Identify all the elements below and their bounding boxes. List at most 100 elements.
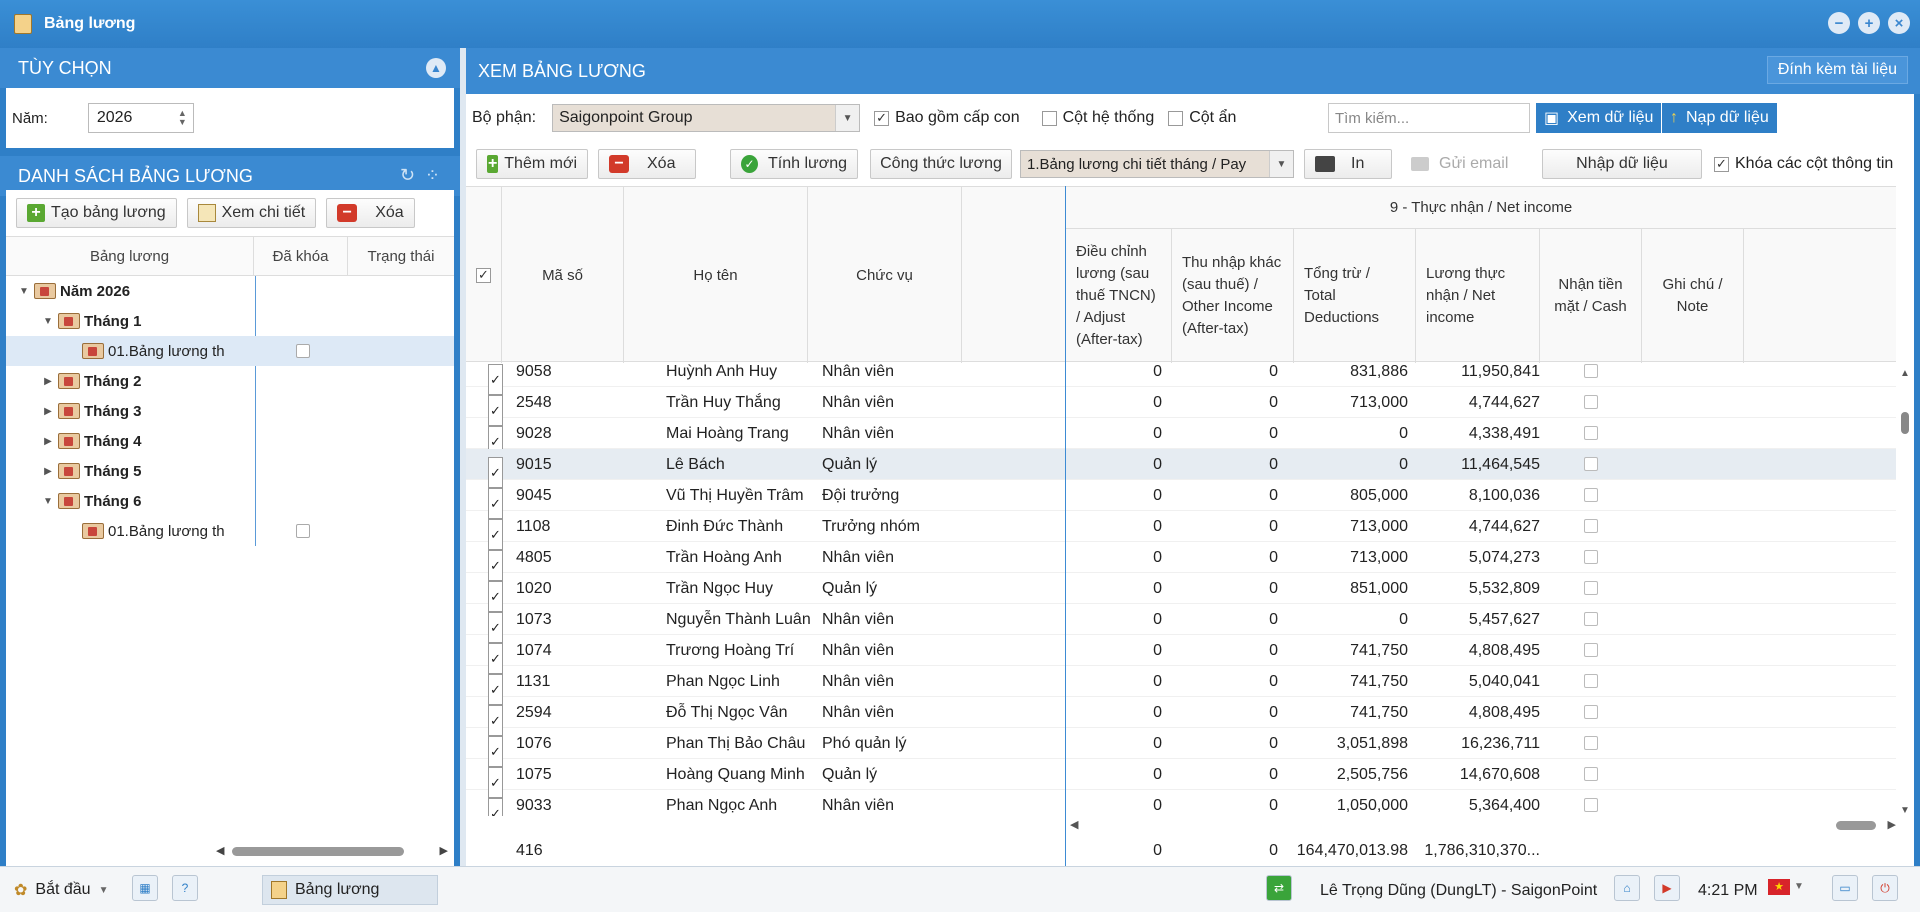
select-all-checkbox[interactable]: ✓ bbox=[476, 267, 491, 283]
view-details-button[interactable]: Xem chi tiết bbox=[186, 198, 317, 228]
collapsed-arrow-icon[interactable]: ▶ bbox=[42, 436, 54, 447]
row-checkbox[interactable]: ✓ bbox=[488, 798, 503, 816]
table-row[interactable]: ✓ 1020 Trần Ngọc Huy Quản lý 0 0 851,000 5,532,… bbox=[466, 573, 1896, 612]
table-row[interactable]: ✓ 2548 Trần Huy Thắng Nhân viên 0 0 713,000 4,7… bbox=[466, 387, 1896, 426]
tree-payroll-item[interactable]: 01.Bảng lương th bbox=[6, 336, 454, 366]
cash-checkbox[interactable] bbox=[1584, 364, 1598, 378]
power-icon[interactable]: ⏻ bbox=[1872, 875, 1898, 901]
vietnam-flag-icon[interactable]: ★ bbox=[1768, 879, 1790, 895]
locked-checkbox[interactable] bbox=[296, 524, 310, 538]
expanded-arrow-icon[interactable]: ▼ bbox=[18, 286, 30, 297]
locked-checkbox[interactable] bbox=[296, 344, 310, 358]
select-all-checkbox-cell[interactable]: ✓ bbox=[466, 187, 502, 363]
salary-formula-button[interactable]: Công thức lương bbox=[870, 149, 1012, 179]
col-other-income[interactable]: Thu nhập khác (sau thuế) / Other Income … bbox=[1172, 229, 1294, 363]
attach-documents-button[interactable]: Đính kèm tài liệu bbox=[1766, 56, 1908, 84]
refresh-icon[interactable]: ↻ bbox=[400, 165, 415, 186]
close-icon[interactable]: × bbox=[1888, 12, 1910, 34]
desktop-icon[interactable]: ▭ bbox=[1832, 875, 1858, 901]
table-row[interactable]: ✓ 1076 Phan Thị Bảo Châu Phó quản lý 0 0 3,051… bbox=[466, 728, 1896, 767]
col-cash[interactable]: Nhận tiền mặt / Cash bbox=[1540, 229, 1642, 363]
cash-checkbox[interactable] bbox=[1584, 395, 1598, 409]
calculate-salary-button[interactable]: ✓ Tính lương bbox=[730, 149, 858, 179]
delete-button[interactable]: − Xóa bbox=[598, 149, 696, 179]
tree-col-payroll[interactable]: Bảng lương bbox=[6, 237, 254, 275]
scroll-thumb[interactable] bbox=[1836, 821, 1876, 830]
chevron-down-icon[interactable]: ▼ bbox=[1794, 881, 1804, 892]
cash-checkbox[interactable] bbox=[1584, 643, 1598, 657]
taskbar-payroll-window[interactable]: Bảng lương bbox=[262, 875, 438, 905]
tree-col-locked[interactable]: Đã khóa bbox=[254, 237, 348, 275]
cash-checkbox[interactable] bbox=[1584, 457, 1598, 471]
collapsed-arrow-icon[interactable]: ▶ bbox=[42, 376, 54, 387]
tree-folder-item[interactable]: ▶ Tháng 2 bbox=[6, 366, 454, 396]
checkbox-checked[interactable]: ✓ bbox=[1714, 156, 1729, 172]
scroll-left-icon[interactable]: ◀ bbox=[216, 844, 224, 857]
checkbox-checked[interactable]: ✓ bbox=[874, 110, 890, 126]
col-code[interactable]: Mã số bbox=[502, 187, 624, 363]
expanded-arrow-icon[interactable]: ▼ bbox=[42, 316, 54, 327]
cash-checkbox[interactable] bbox=[1584, 612, 1598, 626]
minimize-icon[interactable]: − bbox=[1828, 12, 1850, 34]
lock-columns-checkbox[interactable]: ✓ Khóa các cột thông tin bbox=[1714, 155, 1893, 173]
table-row[interactable]: ✓ 2594 Đỗ Thị Ngọc Vân Nhân viên 0 0 741,750 4,… bbox=[466, 697, 1896, 736]
hidden-columns-checkbox[interactable]: Cột ẩn bbox=[1168, 109, 1236, 127]
collapsed-arrow-icon[interactable]: ▶ bbox=[42, 466, 54, 477]
collapsed-arrow-icon[interactable]: ▶ bbox=[42, 406, 54, 417]
horizontal-scrollbar[interactable]: ◀ ▶ bbox=[216, 844, 448, 858]
chevron-down-icon[interactable]: ▼ bbox=[1269, 151, 1293, 177]
cash-checkbox[interactable] bbox=[1584, 488, 1598, 502]
grid-horizontal-scrollbar[interactable]: ◀ ▶ bbox=[1070, 818, 1896, 832]
tree-folder-item[interactable]: ▶ Tháng 5 bbox=[6, 456, 454, 486]
system-columns-checkbox[interactable]: Cột hệ thống bbox=[1041, 109, 1154, 127]
chevron-down-icon[interactable]: ▼ bbox=[835, 105, 860, 131]
col-total-deductions[interactable]: Tổng trừ / Total Deductions bbox=[1294, 229, 1416, 363]
year-spinner[interactable]: 2026 ▲ ▼ bbox=[87, 103, 194, 133]
import-data-button[interactable]: Nhập dữ liệu bbox=[1542, 149, 1702, 179]
col-adjust[interactable]: Điều chỉnh lương (sau thuế TNCN) / Adjus… bbox=[1066, 229, 1172, 363]
table-row[interactable]: ✓ 1131 Phan Ngọc Linh Nhân viên 0 0 741,750 5,0… bbox=[466, 666, 1896, 705]
scroll-right-icon[interactable]: ▶ bbox=[1888, 818, 1896, 831]
collapse-up-icon[interactable]: ▲ bbox=[426, 58, 446, 78]
cash-checkbox[interactable] bbox=[1584, 426, 1598, 440]
include-children-checkbox[interactable]: ✓ Bao gồm cấp con bbox=[874, 109, 1020, 127]
table-row[interactable]: ✓ 1108 Đinh Đức Thành Trưởng nhóm 0 0 713,000 4… bbox=[466, 511, 1896, 550]
exchange-icon[interactable]: ⇄ bbox=[1266, 875, 1292, 901]
print-button[interactable]: In bbox=[1304, 149, 1392, 179]
help-icon[interactable]: ? bbox=[172, 875, 198, 901]
tree-payroll-item[interactable]: 01.Bảng lương th bbox=[6, 516, 454, 546]
department-select[interactable]: Saigonpoint Group ▼ bbox=[552, 104, 861, 132]
load-data-button[interactable]: ↑ Nạp dữ liệu bbox=[1662, 103, 1777, 133]
scroll-down-icon[interactable]: ▼ bbox=[1900, 805, 1910, 816]
vertical-scrollbar[interactable]: ▲ ▼ bbox=[1898, 362, 1912, 822]
cash-checkbox[interactable] bbox=[1584, 550, 1598, 564]
cash-checkbox[interactable] bbox=[1584, 581, 1598, 595]
table-row[interactable]: ✓ 9045 Vũ Thị Huyền Trâm Đội trưởng 0 0 805,00… bbox=[466, 480, 1896, 519]
cash-checkbox[interactable] bbox=[1584, 705, 1598, 719]
spin-arrows-icon[interactable]: ▲ ▼ bbox=[178, 109, 187, 127]
create-payroll-button[interactable]: + Tạo bảng lương bbox=[16, 198, 177, 228]
tree-col-status[interactable]: Trạng thái bbox=[348, 237, 454, 275]
scroll-thumb[interactable] bbox=[232, 847, 404, 856]
col-position[interactable]: Chức vụ bbox=[808, 187, 962, 363]
table-row[interactable]: ✓ 1073 Nguyễn Thành Luân Nhân viên 0 0 0 5,457,… bbox=[466, 604, 1896, 643]
network-icon[interactable]: ⌂ bbox=[1614, 875, 1640, 901]
delete-payroll-button[interactable]: − Xóa bbox=[326, 198, 415, 228]
send-email-button[interactable]: Gửi email bbox=[1400, 149, 1520, 179]
template-select[interactable]: 1.Bảng lương chi tiết tháng / Pay ▼ bbox=[1020, 150, 1294, 178]
tree-folder-item[interactable]: ▼ Năm 2026 bbox=[6, 276, 454, 306]
table-row[interactable]: ✓ 9033 Phan Ngọc Anh Nhân viên 0 0 1,050,000 5,… bbox=[466, 790, 1896, 816]
view-data-button[interactable]: ▣ Xem dữ liệu bbox=[1536, 103, 1662, 133]
expanded-arrow-icon[interactable]: ▼ bbox=[42, 496, 54, 507]
search-input[interactable]: Tìm kiếm... bbox=[1328, 103, 1530, 133]
col-note[interactable]: Ghi chú / Note bbox=[1642, 229, 1744, 363]
tree-folder-item[interactable]: ▼ Tháng 6 bbox=[6, 486, 454, 516]
add-button[interactable]: + Thêm mới bbox=[476, 149, 588, 179]
maximize-icon[interactable]: + bbox=[1858, 12, 1880, 34]
calendar-icon[interactable]: ▦ bbox=[132, 875, 158, 901]
table-row[interactable]: ✓ 1075 Hoàng Quang Minh Quản lý 0 0 2,505,756 1… bbox=[466, 759, 1896, 798]
table-row[interactable]: ✓ 9058 Huỳnh Anh Huy Nhân viên 0 0 831,886 11,9… bbox=[466, 362, 1896, 395]
start-button[interactable]: ✿ Bắt đầu ▼ bbox=[6, 875, 116, 905]
table-row[interactable]: ✓ 9015 Lê Bách Quản lý 0 0 0 11,464,545 bbox=[466, 449, 1896, 488]
scroll-thumb[interactable] bbox=[1901, 412, 1909, 434]
